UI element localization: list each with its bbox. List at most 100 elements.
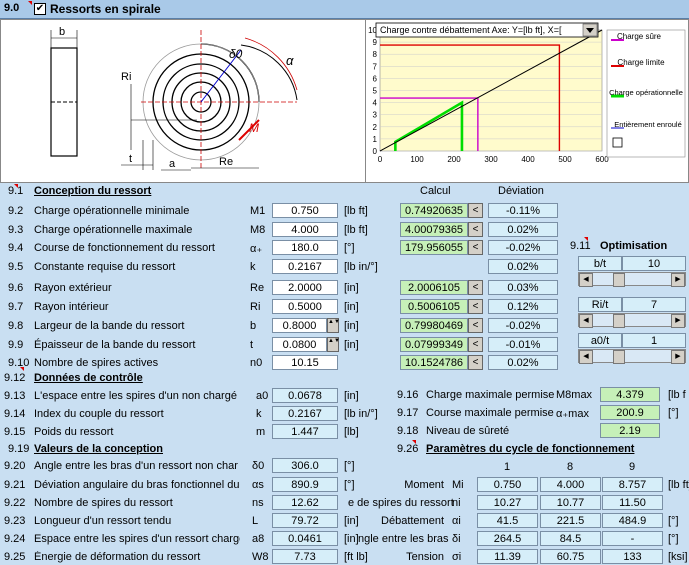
enable-checkbox[interactable]: ✔ <box>34 3 46 15</box>
slider-thumb[interactable] <box>613 314 625 328</box>
slider-thumb[interactable] <box>613 350 625 364</box>
copy-button[interactable]: < <box>468 240 483 255</box>
cycle-value: 11.39 <box>477 549 538 564</box>
deviation-value: 0.03% <box>488 280 558 295</box>
row-symbol: M1 <box>250 205 266 217</box>
optim-value: 7 <box>622 297 686 312</box>
comment-marker <box>20 367 24 371</box>
value-input[interactable]: 0.8000 <box>272 318 327 333</box>
section-number: 9.0 <box>4 2 20 14</box>
cycle-value: 11.50 <box>602 495 663 510</box>
row-label: Rayon extérieur <box>34 282 112 294</box>
value-input[interactable]: 0.750 <box>272 203 338 218</box>
label-ri: Ri <box>121 71 131 83</box>
legend-oper: Charge opérationnelle <box>609 88 683 97</box>
cycle-label: Tension <box>406 551 444 563</box>
copy-button[interactable]: < <box>468 337 483 352</box>
optim-title: Optimisation <box>600 240 668 252</box>
value-input[interactable]: 0.2167 <box>272 259 338 274</box>
cycle-col-header: 1 <box>503 461 511 473</box>
row-number: 9.5 <box>8 261 24 273</box>
control-value: 4.379 <box>600 387 660 402</box>
row-unit: [in] <box>344 282 359 294</box>
row-number: 9.17 <box>397 407 419 419</box>
deviation-value: 0.02% <box>488 222 558 237</box>
cycle-value: 484.9 <box>602 513 663 528</box>
row-number: 9.15 <box>4 426 26 438</box>
row-symbol: αs <box>252 479 264 491</box>
x-tick-label: 300 <box>484 155 498 164</box>
optim-label: a0/t <box>578 333 622 348</box>
spring-drawing: b δ0 α M Ri t a Re <box>0 19 367 183</box>
copy-button[interactable]: < <box>468 318 483 333</box>
slider-right-arrow[interactable]: ▶ <box>671 350 685 364</box>
slider-left-arrow[interactable]: ◀ <box>579 314 593 328</box>
deviation-value: -0.02% <box>488 318 558 333</box>
row-label: Énergie de déformation du ressort <box>34 551 201 563</box>
value-input[interactable]: 0.5000 <box>272 299 338 314</box>
deviation-value: -0.01% <box>488 337 558 352</box>
slider-right-arrow[interactable]: ▶ <box>671 314 685 328</box>
cycle-title: Paramètres du cycle de fonctionnement <box>426 443 635 455</box>
row-unit: [lb f <box>668 389 686 401</box>
copy-button[interactable]: < <box>468 203 483 218</box>
cycle-num: 9.26 <box>397 443 419 455</box>
design-value: 306.0 <box>272 458 338 473</box>
row-number: 9.4 <box>8 242 24 254</box>
optim-slider[interactable]: ◀ ▶ <box>578 272 686 287</box>
row-unit: [lb ft] <box>668 479 689 491</box>
row-symbol: α₊max <box>556 408 589 420</box>
row-label: Poids du ressort <box>34 426 114 438</box>
value-input[interactable]: 2.0000 <box>272 280 338 295</box>
copy-button[interactable]: < <box>468 355 483 370</box>
spinner-updown[interactable]: ▲▼ <box>327 337 340 352</box>
cycle-symbol: Mi <box>452 479 464 491</box>
slider-thumb[interactable] <box>613 273 625 287</box>
copy-button[interactable]: < <box>468 280 483 295</box>
cycle-value: 60.75 <box>540 549 601 564</box>
value-input[interactable]: 10.15 <box>272 355 338 370</box>
cycle-value: 8.757 <box>602 477 663 492</box>
row-number: 9.13 <box>4 390 26 402</box>
row-unit: [lb ft] <box>344 205 368 217</box>
row-number: 9.16 <box>397 389 419 401</box>
calc-value: 4.00079365 <box>400 222 468 237</box>
comment-marker <box>28 1 32 5</box>
row-number: 9.23 <box>4 515 26 527</box>
row-symbol: M8max <box>556 389 593 401</box>
legend-marker-box <box>612 137 623 148</box>
row-number: 9.8 <box>8 320 24 332</box>
optim-slider[interactable]: ◀ ▶ <box>578 313 686 328</box>
optim-num: 9.11 <box>570 240 591 252</box>
dev-header: Déviation <box>498 185 544 197</box>
chart-title: Charge contre débattement Axe: Y=[lb ft]… <box>380 25 562 35</box>
slider-left-arrow[interactable]: ◀ <box>579 273 593 287</box>
cycle-label: Moment <box>404 479 444 491</box>
row-label: Épaisseur de la bande du ressort <box>34 339 196 351</box>
copy-button[interactable]: < <box>468 299 483 314</box>
optim-slider[interactable]: ◀ ▶ <box>578 349 686 364</box>
design-value: 12.62 <box>272 495 338 510</box>
copy-button[interactable]: < <box>468 222 483 237</box>
design-values-title: Valeurs de la conception <box>34 443 163 455</box>
row-unit: [ft lb] <box>344 551 368 563</box>
x-tick-label: 200 <box>447 155 461 164</box>
value-input[interactable]: 0.0800 <box>272 337 327 352</box>
chart-svg: 0123456789100 100 200 300 400 500 600 Charge c… <box>368 22 686 164</box>
value-input[interactable]: 4.000 <box>272 222 338 237</box>
value-input[interactable]: 180.0 <box>272 240 338 255</box>
section-title: Ressorts en spirale <box>50 2 161 16</box>
overlap-text: e de spires du ressort <box>348 497 454 509</box>
design-value: 79.72 <box>272 513 338 528</box>
row-label: Largeur de la bande du ressort <box>34 320 185 332</box>
y-tick-label: 6 <box>373 74 378 83</box>
slider-left-arrow[interactable]: ◀ <box>579 350 593 364</box>
row-label: Course de fonctionnement du ressort <box>34 242 215 254</box>
overlap-text: ngle entre les bras <box>358 533 449 545</box>
spinner-updown[interactable]: ▲▼ <box>327 318 340 333</box>
cycle-value: 4.000 <box>540 477 601 492</box>
row-number: 9.14 <box>4 408 26 420</box>
calc-value: 2.0006105 <box>400 280 468 295</box>
slider-right-arrow[interactable]: ▶ <box>671 273 685 287</box>
control-value: 200.9 <box>600 405 660 420</box>
